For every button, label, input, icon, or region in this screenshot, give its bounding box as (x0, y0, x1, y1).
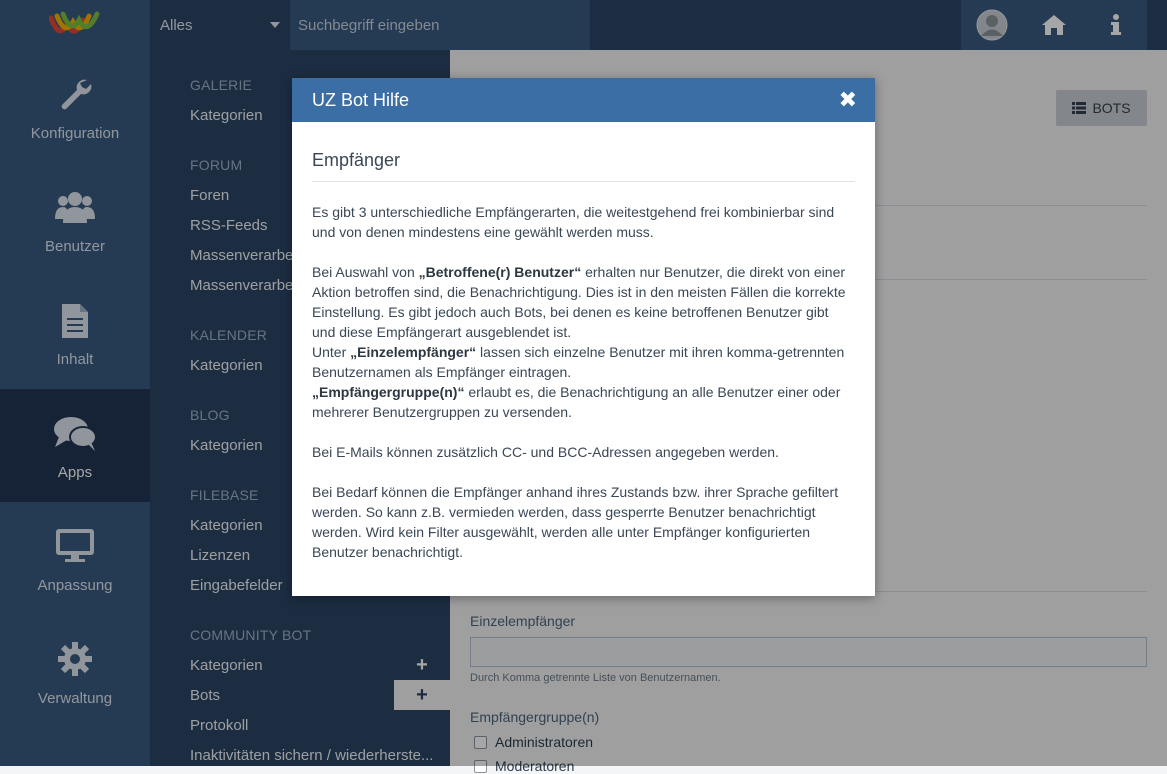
dialog-paragraph: Bei Bedarf können die Empfänger anhand i… (312, 484, 839, 560)
dialog-paragraph: Bei E-Mails können zusätzlich CC- und BC… (312, 444, 779, 460)
bold-term: „Empfängergruppe(n)“ (312, 384, 465, 400)
dialog-paragraph: Unter „Einzelempfänger“ lassen sich einz… (312, 342, 855, 382)
dialog-header: UZ Bot Hilfe ✖ (292, 78, 875, 122)
bold-term: „Betroffene(r) Benutzer“ (418, 264, 582, 280)
dialog-section-title: Empfänger (312, 150, 855, 182)
dialog-text: Es gibt 3 unterschiedliche Empfängerarte… (312, 202, 855, 562)
dialog-body: Empfänger Es gibt 3 unterschiedliche Emp… (292, 122, 875, 562)
dialog-paragraph: Es gibt 3 unterschiedliche Empfängerarte… (312, 204, 835, 240)
dialog-paragraph: „Empfängergruppe(n)“ erlaubt es, die Ben… (312, 382, 855, 422)
text-span: Bei Auswahl von (312, 264, 419, 280)
bold-term: „Einzelempfänger“ (350, 344, 477, 360)
help-dialog: UZ Bot Hilfe ✖ Empfänger Es gibt 3 unter… (292, 78, 875, 596)
text-span: Unter (312, 344, 351, 360)
close-icon[interactable]: ✖ (839, 88, 857, 112)
dialog-title: UZ Bot Hilfe (312, 90, 410, 110)
dialog-paragraph: Bei Auswahl von „Betroffene(r) Benutzer“… (312, 262, 855, 342)
